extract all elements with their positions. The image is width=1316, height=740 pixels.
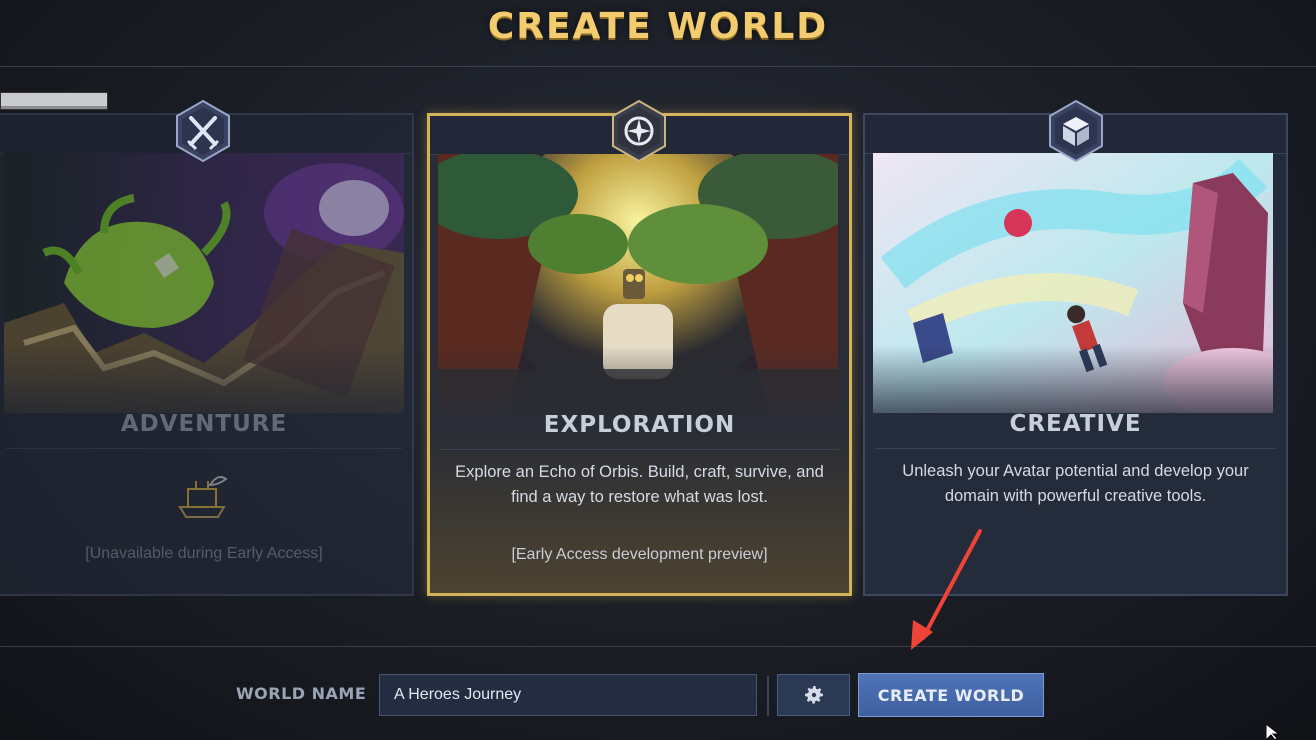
create-world-button[interactable]: CREATE WORLD	[858, 673, 1044, 717]
mouse-cursor-icon	[1266, 724, 1281, 740]
crossed-swords-icon	[176, 99, 230, 163]
mode-description: Explore an Echo of Orbis. Build, craft, …	[455, 463, 824, 506]
title-divider	[0, 66, 1316, 67]
world-name-input[interactable]	[379, 674, 757, 716]
footer-separator	[767, 676, 769, 716]
card-divider	[6, 448, 402, 449]
scrollbar[interactable]	[0, 92, 108, 110]
mode-note: [Early Access development preview]	[511, 546, 768, 563]
mode-card-adventure[interactable]: ADVENTURE [Unavailable during Early Acce…	[0, 113, 414, 596]
compass-icon	[612, 99, 666, 163]
mode-title: CREATIVE	[1009, 411, 1142, 437]
world-settings-button[interactable]	[777, 674, 850, 716]
cube-icon	[1049, 99, 1103, 163]
mode-title: EXPLORATION	[543, 412, 736, 438]
mode-title: ADVENTURE	[120, 411, 288, 437]
footer-divider	[0, 646, 1316, 647]
mode-card-exploration[interactable]: EXPLORATION Explore an Echo of Orbis. Bu…	[427, 113, 852, 596]
card-divider	[875, 448, 1276, 449]
gear-icon	[804, 686, 823, 704]
mode-card-creative[interactable]: CREATIVE Unleash your Avatar potential a…	[863, 113, 1288, 596]
world-name-label: WORLD NAME	[236, 684, 367, 703]
mode-note: [Unavailable during Early Access]	[85, 545, 323, 562]
locked-gift-icon	[178, 476, 228, 518]
page-title: CREATE WORLD	[487, 6, 829, 47]
card-divider	[440, 449, 839, 450]
mode-description: Unleash your Avatar potential and develo…	[902, 462, 1249, 505]
annotation-arrow-icon	[911, 529, 982, 650]
selected-glow	[430, 433, 849, 593]
